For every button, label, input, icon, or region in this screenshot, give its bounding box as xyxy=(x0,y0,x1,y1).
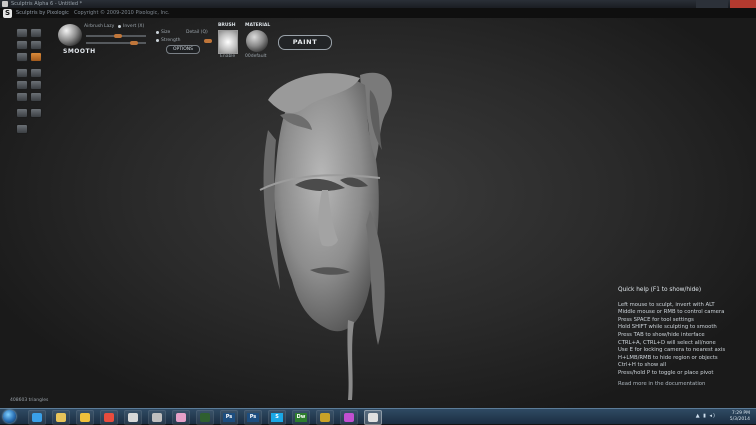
chrome-icon xyxy=(104,413,114,422)
grab-tool-button[interactable] xyxy=(16,68,28,78)
start-button[interactable] xyxy=(3,410,16,423)
detail-slider-handle[interactable] xyxy=(204,39,212,43)
rotate-tool-button[interactable] xyxy=(30,68,42,78)
quick-help-line: Press SPACE for tool settings xyxy=(618,316,694,323)
brush-enable-label[interactable]: Enable xyxy=(220,54,235,59)
reduce-tool-button[interactable] xyxy=(30,80,42,90)
app-name: Sculptris by Pixologic xyxy=(16,10,69,16)
strength-slider-handle[interactable] xyxy=(130,41,138,45)
bird-icon xyxy=(128,413,138,422)
window-title: Sculptris Alpha 6 - Untitled * xyxy=(11,1,83,7)
quick-help-panel: Quick help (F1 to show/hide) Left mouse … xyxy=(618,287,752,388)
skype-icon: S xyxy=(271,413,283,422)
material-heading: MATERIAL xyxy=(245,23,271,28)
draw-tool-button[interactable] xyxy=(16,28,28,38)
paint-button[interactable]: PAINT xyxy=(278,35,332,50)
sculpted-head-model[interactable] xyxy=(250,60,420,400)
sphere-button[interactable] xyxy=(30,108,42,118)
size-label: Size xyxy=(161,30,171,35)
strength-radio-icon[interactable] xyxy=(156,39,159,42)
strength-label: Strength xyxy=(161,38,181,43)
lazy-toggle[interactable]: Lazy xyxy=(104,24,114,29)
quick-help-line: Hold SHIFT while sculpting to smooth xyxy=(618,324,717,331)
smooth-brush-preview-icon[interactable] xyxy=(58,24,82,46)
tool-name: SMOOTH xyxy=(63,48,96,55)
app-icon xyxy=(2,1,8,7)
size-slider-handle[interactable] xyxy=(114,34,122,38)
clock-date: 5/3/2014 xyxy=(729,417,750,422)
console-icon xyxy=(200,413,210,422)
mask-tool-button[interactable] xyxy=(16,92,28,102)
flatten-tool-button[interactable] xyxy=(30,28,42,38)
window-titlebar: Sculptris Alpha 6 - Untitled * xyxy=(0,0,756,8)
outlook-icon xyxy=(80,413,90,422)
crease-tool-button[interactable] xyxy=(16,52,28,62)
system-tray-icons[interactable]: ▲ ▮ ◂) xyxy=(696,413,716,419)
documentation-link[interactable]: Read more in the documentation xyxy=(618,381,752,389)
options-button[interactable]: OPTIONS xyxy=(166,45,200,54)
quick-help-title: Quick help (F1 to show/hide) xyxy=(618,287,702,293)
windows-taskbar: Ps Ps S Dw ▲ ▮ ◂) 7:29 PM 5/3/2014 xyxy=(0,408,756,425)
minimize-button[interactable] xyxy=(696,0,712,8)
star-icon xyxy=(344,413,354,422)
smooth-tool-button[interactable] xyxy=(30,52,42,62)
quick-help-line: Ctrl+H to show all xyxy=(618,362,667,369)
quick-help-line: Press/hold P to toggle or place pivot xyxy=(618,369,714,376)
material-name: 00default xyxy=(245,54,267,59)
invert-toggle[interactable]: Invert (X) xyxy=(123,24,144,29)
material-preview-icon[interactable] xyxy=(246,30,268,52)
tray-clock[interactable]: 7:29 PM 5/3/2014 xyxy=(730,410,750,423)
inflate-tool-button[interactable] xyxy=(16,40,28,50)
app-header: S Sculptris by Pixologic Copyright © 200… xyxy=(0,8,756,18)
symmetry-button[interactable] xyxy=(30,92,42,102)
folder-icon xyxy=(56,413,66,422)
photoshop-icon-2: Ps xyxy=(247,413,259,422)
detail-label: Detail (Q) xyxy=(186,30,208,35)
pinch-tool-button[interactable] xyxy=(30,40,42,50)
sculptris-icon xyxy=(368,413,378,422)
close-button[interactable] xyxy=(730,0,756,8)
invert-radio-icon[interactable] xyxy=(118,25,121,28)
target-icon xyxy=(152,413,162,422)
wireframe-button[interactable] xyxy=(16,108,28,118)
scale-tool-button[interactable] xyxy=(16,80,28,90)
maximize-button[interactable] xyxy=(712,0,728,8)
quick-help-line: Middle mouse or RMB to control camera xyxy=(618,309,725,316)
paint-icon xyxy=(176,413,186,422)
copyright-text: Copyright © 2009-2010 Pixologic, Inc. xyxy=(74,10,170,16)
brush-heading: BRUSH xyxy=(218,23,236,28)
photoshop-icon: Ps xyxy=(223,413,235,422)
ie-icon xyxy=(32,413,42,422)
quick-help-line: H+LMB/RMB to hide region or objects xyxy=(618,354,718,361)
size-radio-icon[interactable] xyxy=(156,31,159,34)
dreamweaver-icon: Dw xyxy=(295,413,307,422)
settings-button[interactable] xyxy=(16,124,28,134)
triangle-count: 408603 triangles xyxy=(10,398,49,403)
clock-time: 7:29 PM xyxy=(731,411,750,416)
sculptris-logo-icon: S xyxy=(3,9,12,18)
quick-help-line: Press TAB to show/hide interface xyxy=(618,331,705,338)
quick-help-line: Left mouse to sculpt, invert with ALT xyxy=(618,301,715,308)
quick-help-line: Use E for locking camera to nearest axis xyxy=(618,347,726,354)
zbrush-icon xyxy=(320,413,330,422)
brush-texture-thumbnail[interactable] xyxy=(218,30,238,54)
airbrush-toggle[interactable]: Airbrush xyxy=(84,24,103,29)
quick-help-line: CTRL+A, CTRL+D will select all/none xyxy=(618,339,716,346)
